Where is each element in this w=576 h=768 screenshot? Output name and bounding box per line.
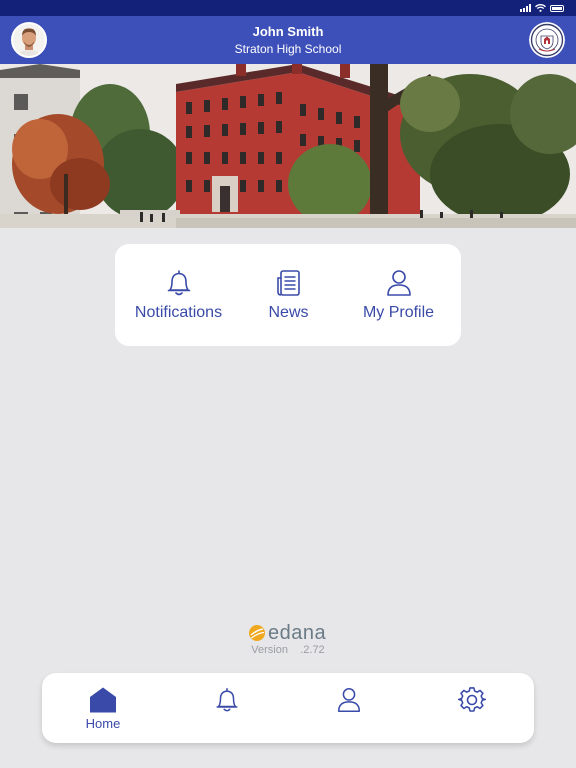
edana-logo-icon: [249, 625, 265, 641]
notifications-button[interactable]: Notifications: [121, 244, 236, 346]
battery-icon: [550, 4, 564, 12]
user-icon: [337, 688, 361, 712]
user-name: John Smith: [252, 24, 324, 39]
brand-footer: edana: [0, 622, 576, 646]
bell-icon: [167, 270, 190, 296]
home-icon: [90, 687, 116, 713]
school-crest-icon[interactable]: [529, 22, 565, 58]
brand-name: edana: [268, 622, 327, 644]
bottom-navigation: Home: [42, 673, 534, 743]
newspaper-icon: [276, 270, 300, 296]
wifi-icon: [535, 4, 546, 12]
signal-icon: [520, 4, 531, 12]
bell-icon: [216, 688, 238, 712]
status-icons: [520, 3, 564, 13]
nav-home-label: Home: [85, 716, 121, 731]
school-banner-image: [0, 64, 576, 228]
app-header: John Smith Straton High School: [0, 16, 576, 64]
user-icon: [386, 270, 411, 296]
nav-notifications[interactable]: [187, 673, 267, 743]
my-profile-label: My Profile: [362, 304, 435, 321]
quick-actions-card: Notifications News My Profile: [115, 244, 461, 346]
status-bar: [0, 0, 576, 16]
nav-settings[interactable]: [432, 673, 512, 743]
version-text: Version .2.72: [251, 644, 325, 656]
nav-home[interactable]: Home: [63, 673, 143, 743]
gear-icon: [458, 687, 486, 712]
school-name: Straton High School: [234, 42, 342, 56]
my-profile-button[interactable]: My Profile: [341, 244, 456, 346]
news-button[interactable]: News: [231, 244, 346, 346]
nav-profile[interactable]: [309, 673, 389, 743]
